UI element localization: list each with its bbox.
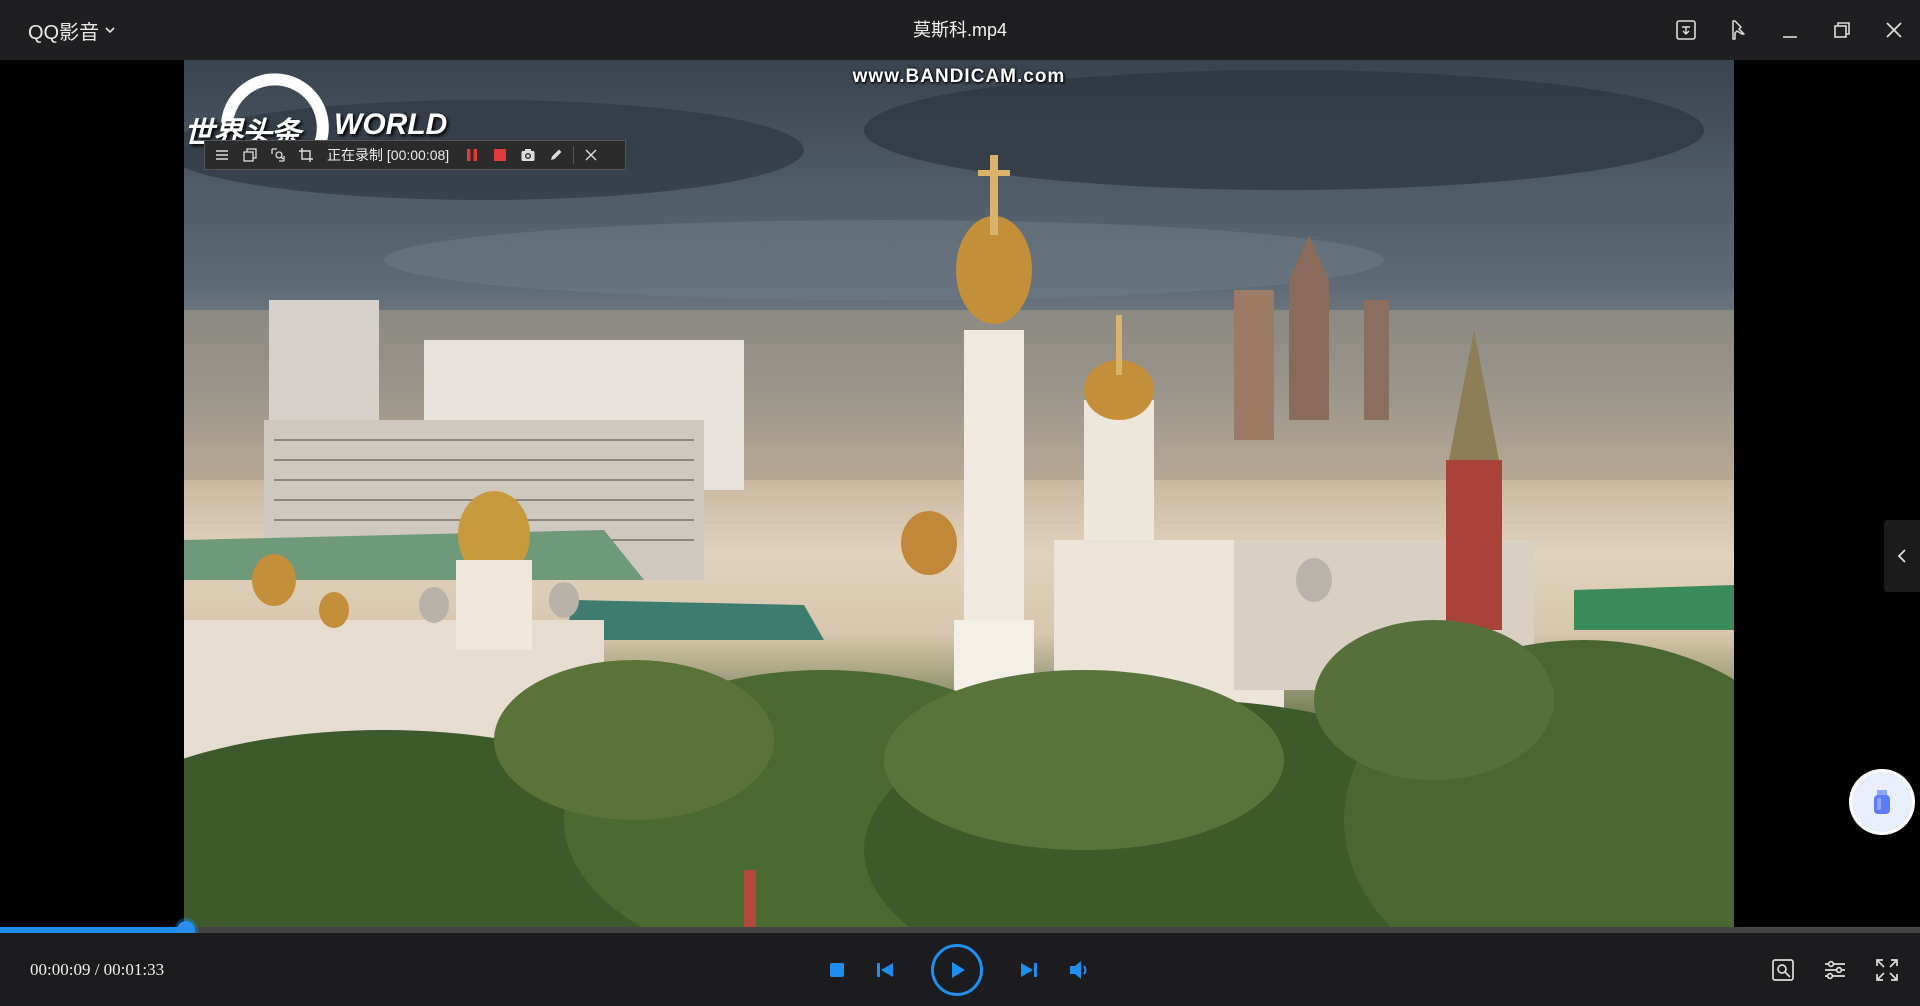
title-bar: QQ影音 莫斯科.mp4 <box>0 0 1920 61</box>
next-button[interactable] <box>1017 958 1041 982</box>
restore-icon <box>1834 22 1850 38</box>
recorder-crop-button[interactable] <box>293 142 319 168</box>
crop-icon <box>299 148 313 162</box>
fullscreen-icon <box>1876 958 1898 981</box>
file-title: 莫斯科.mp4 <box>912 20 1008 40</box>
chevron-left-icon <box>1897 549 1906 563</box>
play-button[interactable] <box>931 943 983 996</box>
playback-controls <box>0 933 1920 1006</box>
close-icon <box>1886 22 1902 38</box>
recorder-menu-button[interactable] <box>209 142 235 168</box>
recorder-window-button[interactable] <box>237 142 263 168</box>
minimize-icon <box>1783 36 1797 38</box>
stop-button[interactable] <box>827 960 847 980</box>
pin-button[interactable] <box>1712 0 1764 60</box>
camera-icon <box>521 149 535 161</box>
sliders-icon <box>1825 960 1845 979</box>
cast-icon <box>1676 20 1696 40</box>
play-icon <box>952 961 965 978</box>
restore-button[interactable] <box>1816 0 1868 60</box>
logo-english-text: WORLD <box>334 108 448 141</box>
close-icon <box>585 149 597 161</box>
recorder-stop-button[interactable] <box>487 142 513 168</box>
video-frame[interactable]: www.BANDICAM.com 世界头条 WORLD 正在录制 [00:00:… <box>184 60 1734 930</box>
toolbar-divider <box>573 146 575 164</box>
pencil-icon <box>551 149 562 160</box>
control-bar: 00:00:09 / 00:01:33 <box>0 933 1920 1006</box>
volume-button[interactable] <box>1067 957 1093 983</box>
fullscreen-button[interactable] <box>1874 957 1900 983</box>
right-controls <box>1770 933 1900 1006</box>
minimize-button[interactable] <box>1764 0 1816 60</box>
stop-icon <box>494 149 507 161</box>
video-area[interactable]: www.BANDICAM.com 世界头条 WORLD 正在录制 [00:00:… <box>0 60 1920 930</box>
previous-button[interactable] <box>873 958 897 982</box>
region-icon <box>271 148 285 162</box>
screenshot-button[interactable] <box>1770 957 1796 983</box>
menu-icon <box>216 150 228 160</box>
sidebar-toggle[interactable] <box>1884 520 1920 592</box>
close-button[interactable] <box>1868 0 1920 60</box>
app-menu-button[interactable]: QQ影音 <box>28 16 117 44</box>
skip-next-icon <box>1021 962 1037 977</box>
recorder-screenshot-button[interactable] <box>515 142 541 168</box>
recorder-region-button[interactable] <box>265 142 291 168</box>
recorder-draw-button[interactable] <box>543 142 569 168</box>
screenshot-icon <box>1772 958 1794 981</box>
recorder-pause-button[interactable] <box>459 142 485 168</box>
pin-icon <box>1732 20 1745 40</box>
pause-icon <box>467 149 478 161</box>
recording-status: 正在录制 [00:00:08] <box>327 147 450 163</box>
window-controls <box>1660 0 1920 60</box>
recorder-close-button[interactable] <box>578 142 604 168</box>
usb-drive-icon <box>1874 790 1890 814</box>
window-icon <box>243 148 257 162</box>
moscow-kremlin-scene <box>184 70 1734 930</box>
settings-button[interactable] <box>1822 957 1848 983</box>
floating-assistant-button[interactable] <box>1852 772 1912 832</box>
chevron-down-icon <box>103 23 117 37</box>
stop-icon <box>830 962 844 977</box>
app-name: QQ影音 <box>28 21 100 44</box>
cast-button[interactable] <box>1660 0 1712 60</box>
recording-toolbar: 正在录制 [00:00:08] <box>204 140 626 170</box>
channel-logo: 世界头条 WORLD <box>184 68 474 188</box>
volume-icon <box>1070 960 1087 979</box>
skip-previous-icon <box>877 962 893 977</box>
